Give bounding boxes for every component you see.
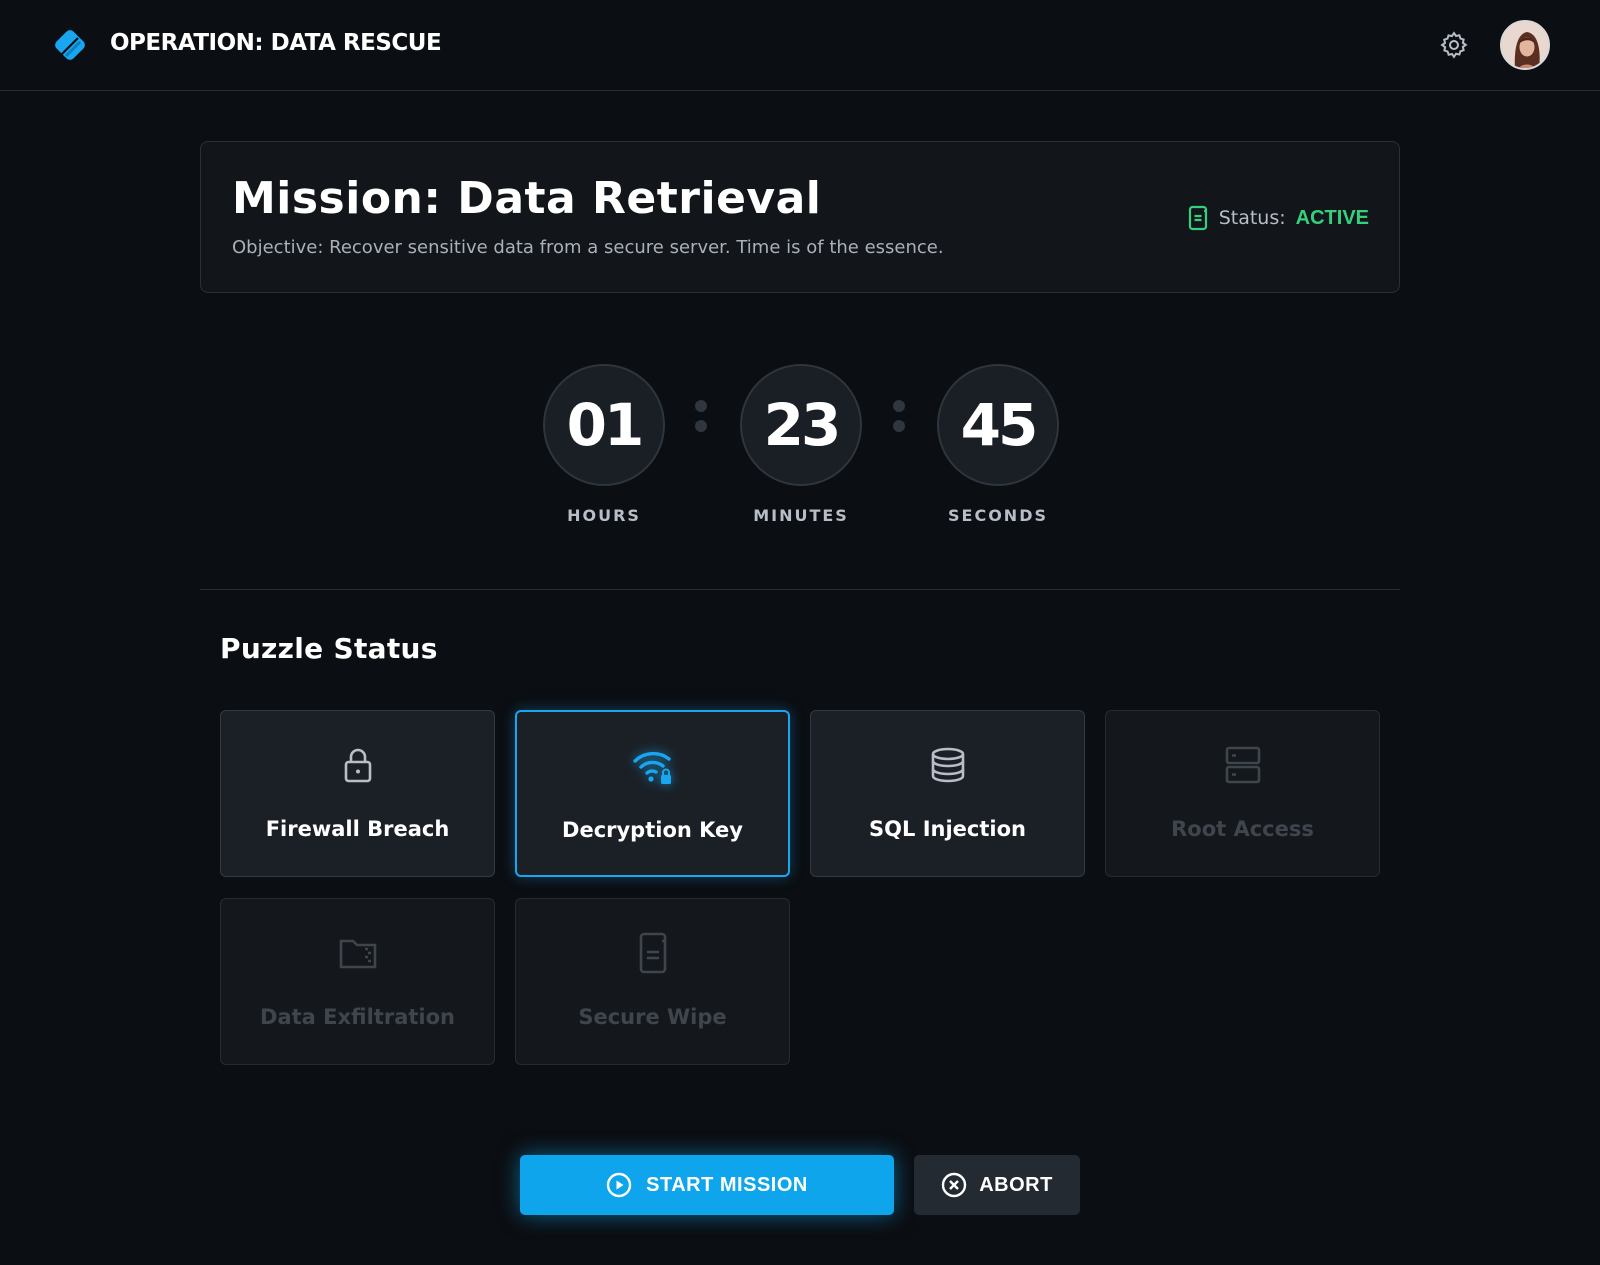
puzzle-tile-label: Data Exfiltration bbox=[260, 1005, 455, 1029]
timer-seconds-value: 45 bbox=[960, 391, 1039, 459]
timer-seconds-circle: 45 bbox=[937, 364, 1059, 486]
mission-title: Mission: Data Retrieval bbox=[232, 173, 822, 224]
user-avatar[interactable] bbox=[1500, 20, 1550, 70]
database-icon bbox=[931, 747, 964, 783]
puzzle-tile-data-exfiltration[interactable]: Data Exfiltration bbox=[220, 898, 495, 1065]
timer-minutes-value: 23 bbox=[763, 391, 842, 459]
puzzle-tile-secure-wipe[interactable]: Secure Wipe bbox=[515, 898, 790, 1065]
mission-objective: Objective: Recover sensitive data from a… bbox=[232, 237, 944, 258]
puzzle-tile-label: Firewall Breach bbox=[265, 817, 450, 841]
document-icon bbox=[639, 932, 666, 974]
puzzle-tile-label: Decryption Key bbox=[562, 818, 743, 842]
puzzle-tile-label: SQL Injection bbox=[869, 817, 1026, 841]
puzzle-tile-label: Secure Wipe bbox=[578, 1005, 727, 1029]
mission-card: Mission: Data Retrieval Objective: Recov… bbox=[200, 141, 1400, 293]
section-divider bbox=[200, 589, 1400, 590]
avatar-image bbox=[1502, 22, 1548, 68]
mission-status: Status: ACTIVE bbox=[1187, 204, 1369, 232]
lock-icon bbox=[344, 748, 371, 783]
close-circle-icon bbox=[941, 1172, 967, 1198]
timer-hours-value: 01 bbox=[566, 391, 645, 459]
timer-hours-label: HOURS bbox=[567, 506, 641, 525]
puzzle-tile-sql-injection[interactable]: SQL Injection bbox=[810, 710, 1085, 877]
gear-icon[interactable] bbox=[1439, 30, 1469, 60]
top-bar: OPERATION: DATA RESCUE bbox=[0, 0, 1600, 91]
start-mission-button[interactable]: START MISSION bbox=[520, 1155, 894, 1215]
timer-hours: 01 HOURS bbox=[543, 364, 665, 525]
timer-minutes-label: MINUTES bbox=[753, 506, 849, 525]
status-label: Status: bbox=[1218, 207, 1286, 229]
server-icon bbox=[1225, 746, 1260, 784]
abort-label: ABORT bbox=[979, 1173, 1053, 1196]
timer-minutes-circle: 23 bbox=[740, 364, 862, 486]
folder-zip-icon bbox=[339, 939, 376, 969]
puzzle-tile-decryption-key[interactable]: Decryption Key bbox=[515, 710, 790, 877]
puzzle-tile-root-access[interactable]: Root Access bbox=[1105, 710, 1380, 877]
play-circle-icon bbox=[606, 1172, 632, 1198]
diamond-logo-icon[interactable] bbox=[52, 28, 88, 62]
wifi-lock-icon bbox=[632, 751, 671, 784]
puzzle-tile-label: Root Access bbox=[1171, 817, 1314, 841]
timer-seconds: 45 SECONDS bbox=[937, 364, 1059, 525]
timer-separator bbox=[695, 400, 707, 440]
abort-button[interactable]: ABORT bbox=[914, 1155, 1080, 1215]
start-mission-label: START MISSION bbox=[646, 1173, 808, 1196]
timer-minutes: 23 MINUTES bbox=[740, 364, 862, 525]
timer-separator bbox=[893, 400, 905, 440]
app-title: OPERATION: DATA RESCUE bbox=[110, 30, 442, 56]
timer-hours-circle: 01 bbox=[543, 364, 665, 486]
document-icon bbox=[1188, 205, 1207, 231]
status-value: ACTIVE bbox=[1295, 206, 1369, 229]
puzzle-status-title: Puzzle Status bbox=[220, 632, 438, 665]
timer-seconds-label: SECONDS bbox=[948, 506, 1048, 525]
puzzle-tile-firewall-breach[interactable]: Firewall Breach bbox=[220, 710, 495, 877]
